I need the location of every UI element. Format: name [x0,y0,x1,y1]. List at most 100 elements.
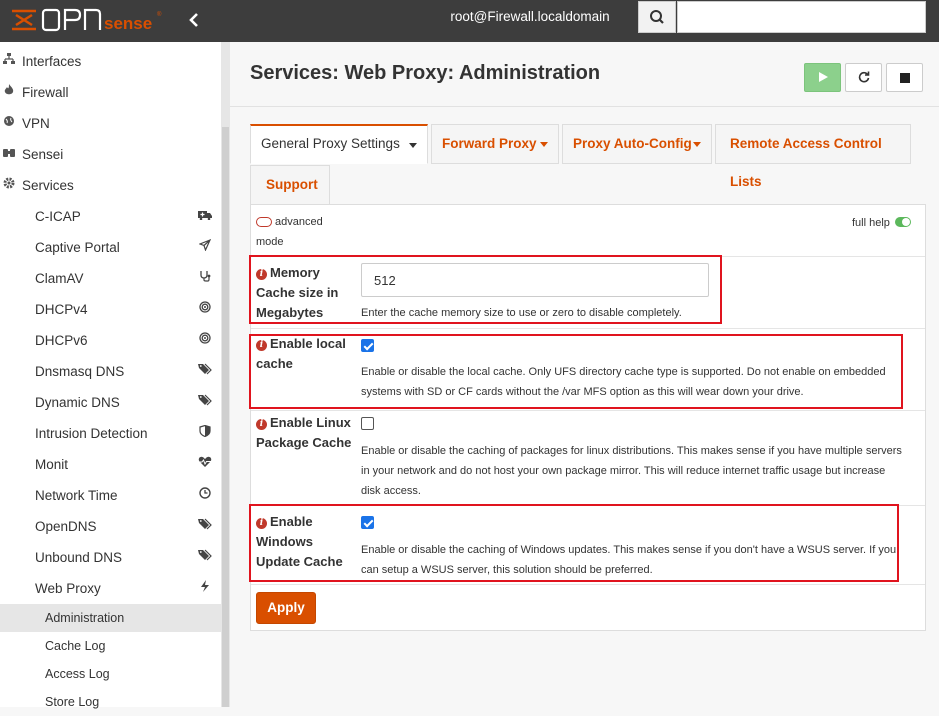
tab-remote-access-control-lists[interactable]: Remote Access Control Lists [715,124,911,189]
bullseye-icon [195,294,215,325]
sidebar-item-administration[interactable]: Administration [0,604,221,632]
shield-icon [195,418,215,449]
linux-package-cache-help: Enable or disable the caching of package… [361,445,902,497]
info-icon[interactable]: i [256,269,267,280]
sidebar-scrollbar[interactable] [221,42,230,707]
sidebar-item-captive-portal[interactable]: Captive Portal [0,232,221,263]
top-navbar: sense ® root@Firewall.localdomain [0,0,939,42]
sidebar-item-firewall[interactable]: Firewall [0,77,221,108]
search-icon [650,10,664,24]
tab-label: Support [266,177,318,192]
sidebar-item-label: Intrusion Detection [35,426,148,441]
svg-text:sense: sense [104,14,152,33]
collapse-sidebar-icon[interactable] [184,10,204,30]
gears-icon [1,170,17,201]
sidebar-item-label: VPN [22,116,50,131]
apply-button[interactable]: Apply [256,592,316,624]
sidebar-item-label: Services [22,178,74,193]
sidebar-item-opendns[interactable]: OpenDNS [0,511,221,542]
tags-icon [195,387,215,418]
field-label-text: Enable Windows Update Cache [256,514,343,569]
page-title: Services: Web Proxy: Administration [250,62,601,84]
full-help-label: full help [852,217,890,229]
tab-forward-proxy[interactable]: Forward Proxy [431,124,559,164]
sidebar-item-store-log[interactable]: Store Log [0,688,221,716]
tab-label: Remote Access Control Lists [730,136,882,189]
sidebar-item-web-proxy[interactable]: Web Proxy [0,573,221,604]
sidebar-item-label: C-ICAP [35,209,81,224]
enable-local-cache-label[interactable]: i Enable local cache [256,334,356,374]
tags-icon [195,542,215,573]
field-label-text: Memory Cache size in Megabytes [256,265,339,320]
full-help-toggle[interactable] [895,217,911,227]
sidebar-item-label: Dynamic DNS [35,395,120,410]
stethoscope-icon [195,263,215,294]
opnsense-logo[interactable]: sense ® [10,4,170,36]
clock-icon [195,480,215,511]
enable-windows-update-cache-label[interactable]: i Enable Windows Update Cache [256,512,346,572]
search-button[interactable] [638,1,676,33]
sidebar-item-label: Network Time [35,488,118,503]
tags-icon [195,511,215,542]
sidebar-item-vpn[interactable]: VPN [0,108,221,139]
fire-icon [1,77,17,108]
tab-label: General Proxy Settings [261,136,400,151]
sidebar-item-dynamic-dns[interactable]: Dynamic DNS [0,387,221,418]
row-divider [251,328,925,329]
sidebar-item-label: Cache Log [45,639,106,653]
info-icon[interactable]: i [256,419,267,430]
ambulance-icon [195,201,215,232]
sidebar-item-label: Administration [45,611,125,625]
sidebar-item-sensei[interactable]: Sensei [0,139,221,170]
sidebar-item-label: Access Log [45,667,110,681]
enable-linux-package-cache-label[interactable]: i Enable Linux Package Cache [256,413,356,453]
refresh-icon [858,71,869,83]
caret-down-icon [540,142,548,147]
tab-label: Proxy Auto-Config [573,136,692,151]
sidebar-item-dhcpv4[interactable]: DHCPv4 [0,294,221,325]
tab-proxy-auto-config[interactable]: Proxy Auto-Config [562,124,712,164]
restart-service-button[interactable] [845,63,882,92]
sitemap-icon [1,46,17,77]
enable-linux-package-cache-checkbox[interactable] [361,417,374,430]
sidebar-item-intrusion-detection[interactable]: Intrusion Detection [0,418,221,449]
sidebar-item-monit[interactable]: Monit [0,449,221,480]
tab-support[interactable]: Support [250,165,330,205]
enable-windows-update-cache-checkbox[interactable] [361,516,374,529]
sidebar-item-interfaces[interactable]: Interfaces [0,46,221,77]
globe-icon [1,108,17,139]
memory-cache-size-input[interactable] [361,263,709,297]
sidebar-item-cache-log[interactable]: Cache Log [0,632,221,660]
tags-icon [195,356,215,387]
sidebar-item-access-log[interactable]: Access Log [0,660,221,688]
sidebar-item-dhcpv6[interactable]: DHCPv6 [0,325,221,356]
start-service-button[interactable] [804,63,841,92]
bolt-icon [195,573,215,604]
info-icon[interactable]: i [256,518,267,529]
row-divider [251,584,925,585]
sidebar-item-unbound-dns[interactable]: Unbound DNS [0,542,221,573]
search-input[interactable] [677,1,926,33]
memory-cache-label[interactable]: i Memory Cache size in Megabytes [256,263,351,323]
sidebar-item-network-time[interactable]: Network Time [0,480,221,511]
info-icon[interactable]: i [256,340,267,351]
enable-local-cache-checkbox[interactable] [361,339,374,352]
sidebar-item-dnsmasq-dns[interactable]: Dnsmasq DNS [0,356,221,387]
sidebar-scrollbar-thumb[interactable] [222,127,229,707]
sidebar-item-label: OpenDNS [35,519,97,534]
tab-general-proxy-settings[interactable]: General Proxy Settings [250,124,428,164]
sidebar-item-clamav[interactable]: ClamAV [0,263,221,294]
stop-service-button[interactable] [886,63,923,92]
binoculars-icon [1,139,17,170]
field-label-text: Enable Linux Package Cache [256,415,352,450]
sidebar-item-label: Dnsmasq DNS [35,364,125,379]
advanced-mode-toggle[interactable] [256,217,272,227]
sidebar-item-label: Firewall [22,85,69,100]
paper-plane-icon [195,232,215,263]
sidebar-item-label: Store Log [45,695,100,709]
row-divider [251,410,925,411]
sidebar-item-c-icap[interactable]: C-ICAP [0,201,221,232]
sidebar-item-label: Monit [35,457,69,472]
sidebar-item-services[interactable]: Services [0,170,221,201]
user-menu[interactable]: root@Firewall.localdomain [420,0,640,34]
